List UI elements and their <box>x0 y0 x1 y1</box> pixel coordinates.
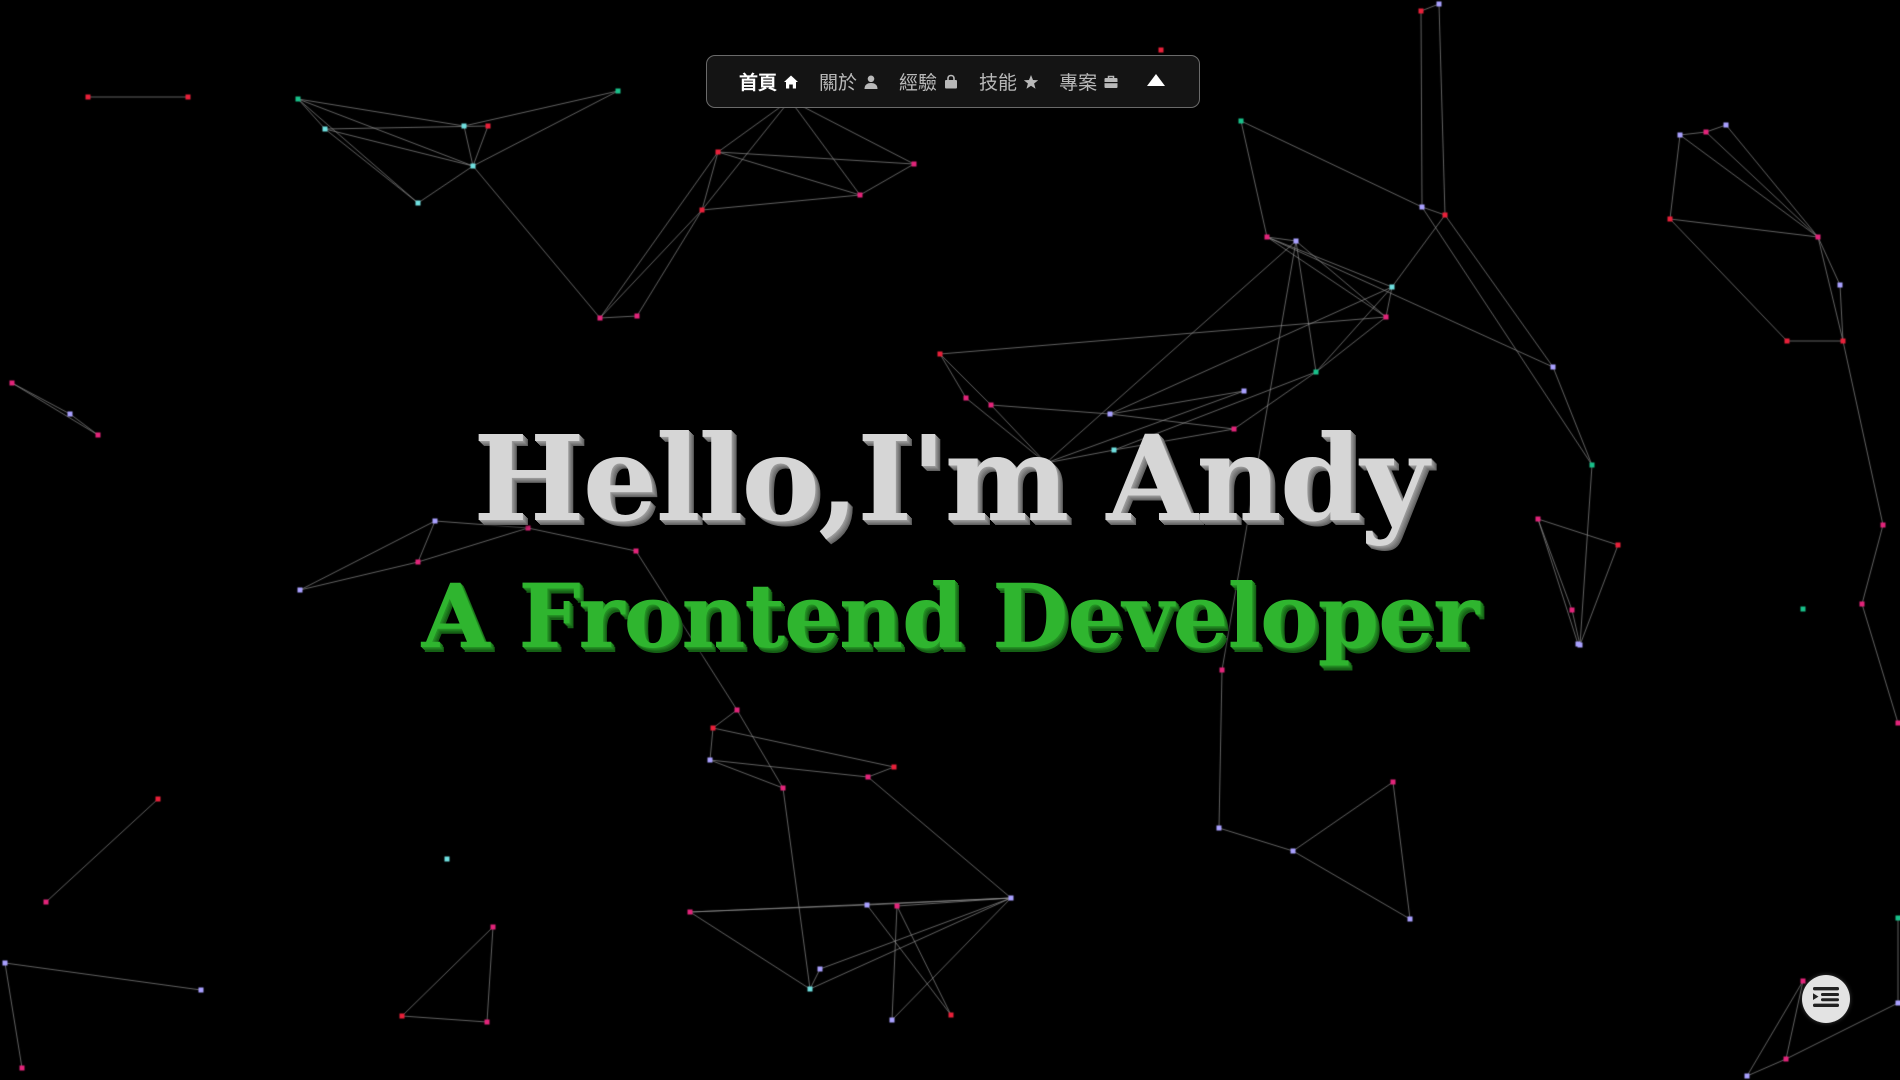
nav-item-experience[interactable]: 經驗 <box>899 68 960 95</box>
collapse-nav-button[interactable] <box>1143 69 1169 95</box>
nav-item-about[interactable]: 關於 <box>819 68 880 95</box>
particle-network-background <box>0 0 1900 1080</box>
briefcase-icon <box>1102 73 1120 91</box>
nav-item-label: 技能 <box>979 72 1018 94</box>
top-navigation-bar: 首頁 關於 經驗 技能 專案 <box>706 55 1200 108</box>
caret-up-icon <box>1146 72 1166 91</box>
nav-item-projects[interactable]: 專案 <box>1059 68 1120 95</box>
star-icon <box>1022 73 1040 91</box>
nav-item-skills[interactable]: 技能 <box>979 68 1040 95</box>
floating-menu-button[interactable] <box>1802 975 1850 1023</box>
nav-item-label: 專案 <box>1059 72 1098 94</box>
nav-item-label: 經驗 <box>899 72 938 94</box>
user-icon <box>862 73 880 91</box>
nav-item-label: 首頁 <box>739 72 778 94</box>
nav-item-home[interactable]: 首頁 <box>739 68 800 95</box>
menu-list-icon <box>1812 985 1840 1013</box>
bag-icon <box>942 73 960 91</box>
home-icon <box>782 73 800 91</box>
nav-item-label: 關於 <box>819 72 858 94</box>
